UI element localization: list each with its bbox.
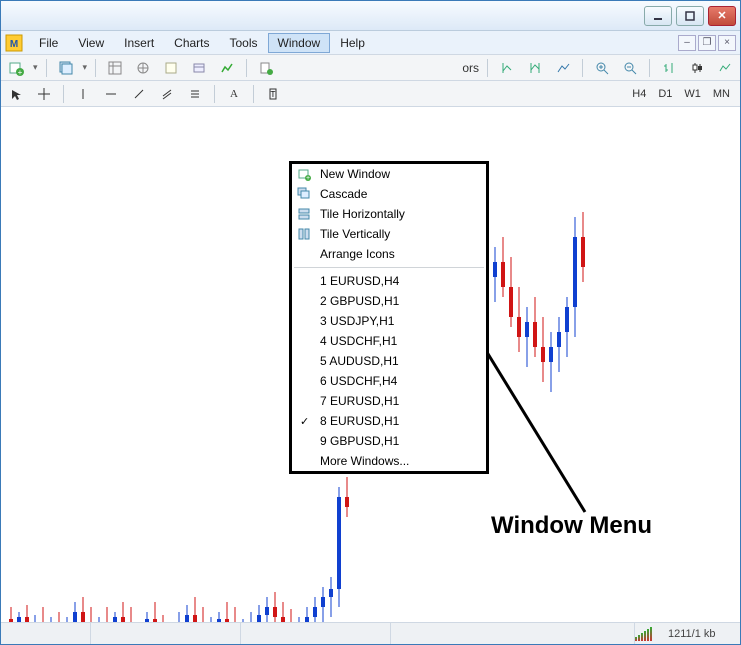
toolbar-right-label: ors (462, 61, 479, 75)
new-order-button[interactable] (255, 58, 277, 78)
window-item-7[interactable]: 8 EURUSD,H1 (292, 411, 486, 431)
svg-text:M: M (10, 39, 18, 50)
titlebar: ✕ (1, 1, 740, 31)
vertical-line-button[interactable] (72, 84, 94, 104)
terminal-button[interactable] (188, 58, 210, 78)
menu-insert[interactable]: Insert (114, 33, 164, 53)
maximize-button[interactable] (676, 6, 704, 26)
menu-item-more-windows[interactable]: More Windows... (292, 451, 486, 471)
bar-chart-button[interactable] (658, 58, 680, 78)
tile-horizontally-icon (296, 206, 312, 222)
status-rate: 1211/1 kb (660, 623, 740, 644)
timeframe-mn[interactable]: MN (707, 86, 736, 102)
menu-file[interactable]: File (29, 33, 68, 53)
text-button[interactable]: A (223, 84, 245, 104)
market-watch-button[interactable] (104, 58, 126, 78)
strategy-tester-button[interactable] (216, 58, 238, 78)
connection-bars-icon (635, 627, 652, 641)
data-window-button[interactable] (160, 58, 182, 78)
indicator2-button[interactable] (524, 58, 546, 78)
window-item-8[interactable]: 9 GBPUSD,H1 (292, 431, 486, 451)
toolbar-main: + ▾ ▾ ors (1, 55, 740, 81)
cursor-button[interactable] (5, 84, 27, 104)
timeframe-w1[interactable]: W1 (678, 86, 707, 102)
svg-text:T: T (271, 90, 276, 99)
menu-divider (294, 267, 484, 268)
fibonacci-button[interactable] (184, 84, 206, 104)
profiles-button[interactable] (55, 58, 77, 78)
annotation-label: Window Menu (491, 512, 652, 540)
window-item-0[interactable]: 1 EURUSD,H4 (292, 271, 486, 291)
menu-item-new-window[interactable]: +New Window (292, 164, 486, 184)
menu-item-cascade[interactable]: Cascade (292, 184, 486, 204)
new-chart-button[interactable]: + (5, 58, 27, 78)
window-item-3[interactable]: 4 USDCHF,H1 (292, 331, 486, 351)
new-window-icon: + (296, 166, 312, 182)
menu-tools[interactable]: Tools (220, 33, 268, 53)
menu-view[interactable]: View (68, 33, 114, 53)
window-item-6[interactable]: 7 EURUSD,H1 (292, 391, 486, 411)
window-item-5[interactable]: 6 USDCHF,H4 (292, 371, 486, 391)
horizontal-line-button[interactable] (100, 84, 122, 104)
zoom-in-button[interactable] (591, 58, 613, 78)
line-chart-button[interactable] (714, 58, 736, 78)
app-window: ✕ M FileViewInsertChartsToolsWindowHelp … (0, 0, 741, 645)
menubar: M FileViewInsertChartsToolsWindowHelp – … (1, 31, 740, 55)
toolbar-objects: A T H4D1W1MN (1, 81, 740, 107)
statusbar: 1211/1 kb (1, 622, 740, 644)
app-logo-icon: M (5, 34, 23, 52)
window-item-4[interactable]: 5 AUDUSD,H1 (292, 351, 486, 371)
crosshair-button[interactable] (33, 84, 55, 104)
mdi-close-button[interactable]: × (718, 35, 736, 51)
channel-button[interactable] (156, 84, 178, 104)
timeframe-h4[interactable]: H4 (626, 86, 652, 102)
mdi-controls: – ❐ × (678, 35, 736, 51)
timeframe-d1[interactable]: D1 (652, 86, 678, 102)
window-item-2[interactable]: 3 USDJPY,H1 (292, 311, 486, 331)
navigator-button[interactable] (132, 58, 154, 78)
menu-item-tile-vertically[interactable]: Tile Vertically (292, 224, 486, 244)
text-label-button[interactable]: T (262, 84, 284, 104)
cascade-icon (296, 186, 312, 202)
menu-charts[interactable]: Charts (164, 33, 219, 53)
periodicity-button[interactable] (552, 58, 574, 78)
menu-window[interactable]: Window (268, 33, 331, 53)
svg-text:+: + (306, 175, 310, 181)
mdi-restore-button[interactable]: ❐ (698, 35, 716, 51)
candle-chart-button[interactable] (686, 58, 708, 78)
menu-item-tile-horizontally[interactable]: Tile Horizontally (292, 204, 486, 224)
indicator1-button[interactable] (496, 58, 518, 78)
menu-help[interactable]: Help (330, 33, 375, 53)
chart-area[interactable]: +New WindowCascadeTile HorizontallyTile … (1, 107, 740, 622)
zoom-out-button[interactable] (619, 58, 641, 78)
menu-item-arrange-icons[interactable]: Arrange Icons (292, 244, 486, 264)
window-item-1[interactable]: 2 GBPUSD,H1 (292, 291, 486, 311)
minimize-button[interactable] (644, 6, 672, 26)
close-button[interactable]: ✕ (708, 6, 736, 26)
trendline-button[interactable] (128, 84, 150, 104)
tile-vertically-icon (296, 226, 312, 242)
svg-text:+: + (18, 68, 23, 76)
mdi-minimize-button[interactable]: – (678, 35, 696, 51)
window-menu-dropdown: +New WindowCascadeTile HorizontallyTile … (289, 161, 489, 474)
